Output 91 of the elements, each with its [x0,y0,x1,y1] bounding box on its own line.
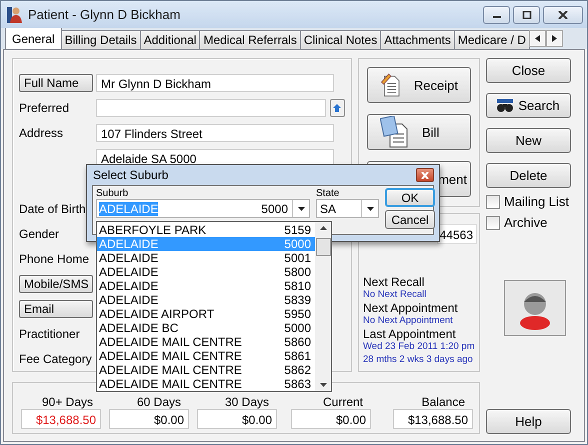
up-arrow-icon [332,103,342,113]
appointment-heading: Last Appointment [363,328,457,341]
tab[interactable]: Billing Details [60,30,141,49]
checkbox-label: Mailing List [504,194,570,209]
text-field[interactable]: 107 Flinders Street [96,124,334,142]
state-label: State [316,188,340,199]
tab[interactable]: Medicare / D [454,30,530,49]
dialog-button[interactable]: Cancel [385,210,435,229]
label-button[interactable]: Mobile/SMS [19,275,93,293]
field-label: Date of Birth [19,202,87,216]
appointment-detail: No Next Appointment [363,315,454,327]
side-button[interactable]: New [486,128,571,153]
suburb-option[interactable]: ABERFOYLE PARK 5159 [97,223,315,237]
suburb-option[interactable]: ADELAIDE MAIL CENTRE 5862 [97,363,315,377]
appointment-heading: Next Recall [363,276,426,289]
suburb-option[interactable]: ADELAIDE BC 5000 [97,321,315,335]
person-icon [7,6,23,24]
tab[interactable]: Medical Referrals [199,30,301,49]
action-button[interactable]: Bill [367,114,471,150]
suburb-option[interactable]: ADELAIDE MAIL CENTRE 5863 [97,377,315,391]
appointment-detail: 28 mths 2 wks 3 days ago [363,354,474,366]
binoculars-icon [497,98,514,112]
close-icon [421,172,429,178]
suburb-option[interactable]: ADELAIDE MAIL CENTRE 5860 [97,335,315,349]
scroll-thumb[interactable] [316,238,330,256]
total-label: Balance [422,395,465,409]
field-label: Phone Home [19,252,90,266]
suburb-combo[interactable]: ADELAIDE 5000 [96,199,310,218]
label-button[interactable]: Full Name [19,74,93,92]
tab[interactable]: General [5,28,62,49]
document-calculator-icon [380,116,410,148]
side-button[interactable]: Search [486,93,571,118]
close-button[interactable] [416,168,434,182]
field-label: Address [19,126,64,140]
checkbox-label: Archive [504,215,548,230]
left-arrow-icon [534,35,540,42]
text-field[interactable] [96,99,326,117]
suburb-option[interactable]: ADELAIDE MAIL CENTRE 5861 [97,349,315,363]
checkbox[interactable] [486,194,500,208]
state-combo[interactable]: SA [316,199,379,218]
dialog-button[interactable]: OK [385,188,435,207]
close-icon [558,10,568,18]
scrollbar[interactable] [315,222,331,391]
tab[interactable]: Attachments [380,30,455,49]
field-label: Fee Category [19,352,93,366]
total-value: $0.00 [197,409,277,429]
total-label: Current [322,395,363,409]
dropdown-arrow-icon [298,206,304,210]
checkbox[interactable] [486,216,500,230]
close-button[interactable] [543,6,583,24]
suburb-option[interactable]: ADELAIDE 5839 [97,293,315,307]
total-value: $0.00 [291,409,371,429]
dialog-title: Select Suburb [93,168,168,182]
window-title: Patient - Glynn D Bickham [28,7,180,22]
total-value: $13,688.50 [21,409,101,429]
field-label: Gender [19,227,60,241]
suburb-label: Suburb [96,188,130,199]
appointment-detail: Wed 23 Feb 2011 1:20 pm [363,341,476,353]
up-arrow-button[interactable] [330,99,345,117]
field-label: Preferred [19,101,70,115]
minimize-button[interactable] [483,6,510,24]
down-arrow-icon [320,383,326,387]
right-arrow-icon [552,35,557,42]
total-label: 90+ Days [42,395,93,409]
scroll-right-button[interactable] [546,30,563,47]
scroll-left-button[interactable] [528,30,546,47]
tab[interactable]: Clinical Notes [300,30,382,49]
label-button[interactable]: Email [19,300,93,318]
field-label: Practitioner [19,327,81,341]
total-value: $13,688.50 [393,409,473,429]
help-button[interactable]: Help [486,409,571,434]
appointment-detail: No Next Recall [363,289,428,301]
suburb-option[interactable]: ADELAIDE 5001 [97,251,315,265]
suburb-option[interactable]: ADELAIDE AIRPORT 5950 [97,307,315,321]
action-button[interactable]: Receipt [367,67,471,103]
maximize-icon [522,10,532,18]
text-field[interactable]: Mr Glynn D Bickham [96,74,334,92]
suburb-option[interactable]: ADELAIDE 5810 [97,279,315,293]
total-label: 60 Days [136,395,181,409]
maximize-button[interactable] [513,6,540,24]
tab[interactable]: Additional [140,30,200,49]
side-button[interactable]: Close [486,58,571,83]
appointment-heading: Next Appointment [363,302,459,315]
total-label: 30 Days [224,395,269,409]
total-value: $0.00 [109,409,189,429]
suburb-option[interactable]: ADELAIDE 5800 [97,265,315,279]
text-field[interactable]: 44563 [437,224,477,244]
patient-photo-button[interactable] [504,280,566,336]
side-button[interactable]: Delete [486,163,571,188]
up-arrow-icon [320,226,326,230]
dropdown-arrow-icon [366,206,374,210]
